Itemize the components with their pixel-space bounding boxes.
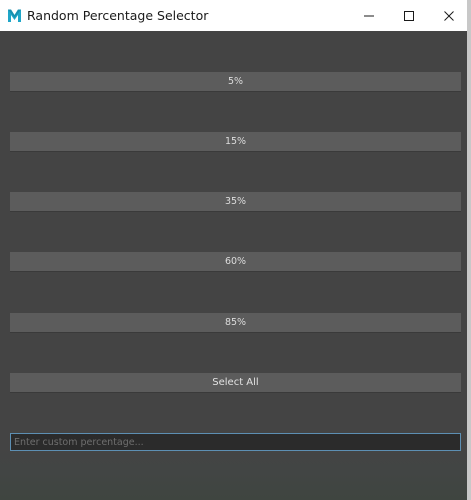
main-panel: 5% 15% 35% 60% 85% Select All	[0, 31, 471, 500]
custom-percentage-input[interactable]	[10, 433, 461, 451]
minimize-icon	[364, 15, 374, 16]
percent-button-5[interactable]: 5%	[10, 72, 461, 92]
percent-button-15[interactable]: 15%	[10, 132, 461, 152]
percent-button-85[interactable]: 85%	[10, 313, 461, 333]
maximize-icon	[404, 10, 414, 21]
close-button[interactable]	[426, 0, 471, 31]
window-title: Random Percentage Selector	[27, 8, 209, 23]
close-icon	[444, 10, 454, 21]
maya-m-icon	[7, 8, 22, 23]
title-bar[interactable]: Random Percentage Selector	[0, 0, 471, 31]
percent-button-35[interactable]: 35%	[10, 192, 461, 212]
app-window: Random Percentage Selector 5% 15% 35% 60…	[0, 0, 471, 500]
percent-button-60[interactable]: 60%	[10, 252, 461, 272]
select-all-button[interactable]: Select All	[10, 373, 461, 393]
window-edge	[467, 0, 471, 500]
